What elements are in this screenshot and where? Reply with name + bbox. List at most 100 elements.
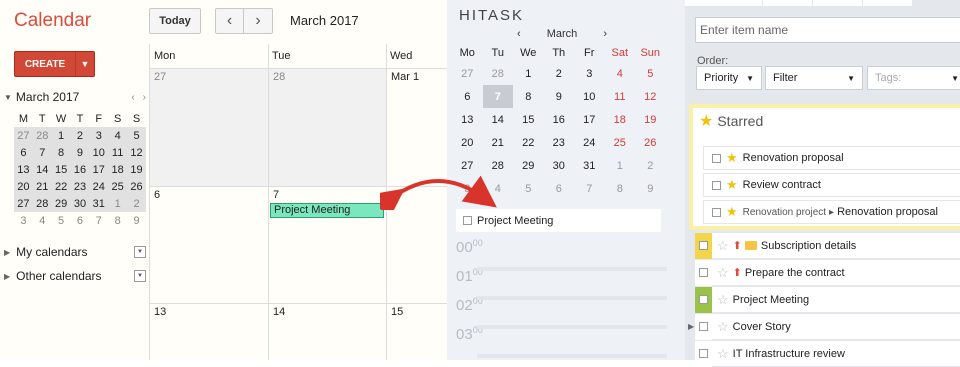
- calendar-day[interactable]: 26: [635, 131, 666, 154]
- calendar-day[interactable]: 17: [574, 108, 605, 131]
- calendar-day[interactable]: 25: [605, 131, 636, 154]
- mini-day[interactable]: 23: [70, 178, 90, 195]
- calendar-day[interactable]: 15: [513, 108, 544, 131]
- calendar-day[interactable]: 2: [544, 62, 575, 85]
- item-checkbox[interactable]: [712, 153, 721, 163]
- list-item[interactable]: ☆ ⬆ Prepare the contract: [695, 259, 960, 286]
- mini-day[interactable]: 20: [14, 178, 33, 195]
- mini-day[interactable]: 4: [33, 212, 52, 229]
- starred-header[interactable]: ★ Starred: [693, 108, 960, 134]
- mini-day[interactable]: 12: [127, 144, 146, 161]
- tags-select[interactable]: Tags: ▼: [867, 66, 960, 90]
- mini-day[interactable]: 11: [108, 144, 128, 161]
- mini-prev-icon[interactable]: ‹: [131, 92, 134, 103]
- mini-day[interactable]: 1: [108, 195, 128, 212]
- mini-day[interactable]: 10: [89, 144, 109, 161]
- item-checkbox[interactable]: [712, 207, 721, 217]
- mini-day[interactable]: 15: [51, 161, 71, 178]
- hour-slot[interactable]: [477, 296, 667, 300]
- mini-day[interactable]: 3: [89, 127, 109, 144]
- mini-day[interactable]: 29: [51, 195, 71, 212]
- hour-slot[interactable]: [477, 325, 667, 329]
- star-outline-icon[interactable]: ☆: [717, 292, 729, 308]
- mini-day[interactable]: 26: [127, 178, 146, 195]
- calendar-day[interactable]: 11: [605, 85, 636, 108]
- calendar-day[interactable]: 3: [574, 62, 605, 85]
- calendar-day[interactable]: 7: [574, 177, 605, 200]
- mini-day[interactable]: 31: [89, 195, 109, 212]
- calendar-day[interactable]: 19: [635, 108, 666, 131]
- mini-day[interactable]: 7: [32, 144, 52, 161]
- calendar-day[interactable]: 30: [544, 154, 575, 177]
- priority-select[interactable]: Priority ▼: [696, 66, 762, 90]
- calendar-day[interactable]: 2: [635, 154, 666, 177]
- calendar-day[interactable]: 9: [635, 177, 666, 200]
- mini-day[interactable]: 2: [70, 127, 90, 144]
- day-cell[interactable]: 6: [150, 187, 268, 303]
- task-checkbox[interactable]: [463, 216, 472, 225]
- calendar-day[interactable]: 10: [574, 85, 605, 108]
- hour-slot[interactable]: [477, 354, 667, 358]
- expand-icon[interactable]: ▶: [688, 322, 694, 331]
- list-item[interactable]: ☆ ⬆ Subscription details: [695, 232, 960, 259]
- today-button[interactable]: Today: [149, 8, 201, 34]
- mini-day[interactable]: 25: [108, 178, 128, 195]
- calendar-day[interactable]: 24: [574, 131, 605, 154]
- calendar-day[interactable]: 13: [452, 108, 483, 131]
- tab[interactable]: [863, 0, 913, 6]
- mini-day[interactable]: 18: [108, 161, 128, 178]
- filter-select[interactable]: Filter ▼: [765, 66, 863, 90]
- mini-day[interactable]: 27: [14, 195, 33, 212]
- calendar-day[interactable]: 7: [482, 85, 513, 108]
- calendar-day[interactable]: 22: [513, 131, 544, 154]
- day-cell[interactable]: 13: [150, 304, 268, 360]
- search-input[interactable]: Enter item name: [695, 17, 960, 43]
- calendar-day[interactable]: 1: [605, 154, 636, 177]
- mini-day[interactable]: 13: [14, 161, 33, 178]
- mini-day[interactable]: 16: [70, 161, 90, 178]
- day-cell[interactable]: 14: [269, 304, 386, 360]
- list-item[interactable]: ☆ Cover Story: [695, 313, 960, 340]
- mini-day[interactable]: 17: [89, 161, 109, 178]
- calendar-day[interactable]: 21: [483, 131, 514, 154]
- mini-day[interactable]: 4: [108, 127, 128, 144]
- mini-day[interactable]: 28: [32, 195, 52, 212]
- create-button[interactable]: CREATE ▼: [14, 51, 95, 77]
- calendar-day[interactable]: 4: [605, 62, 636, 85]
- day-cell[interactable]: Mar 1: [387, 69, 451, 186]
- other-calendars-menu-icon[interactable]: ▼: [134, 270, 146, 282]
- calendar-event[interactable]: Project Meeting: [270, 203, 384, 218]
- star-outline-icon[interactable]: ☆: [717, 346, 729, 362]
- mini-day[interactable]: 21: [32, 178, 52, 195]
- calendar-day[interactable]: 18: [605, 108, 636, 131]
- other-calendars-section[interactable]: ▶ Other calendars ▼: [4, 269, 146, 283]
- mini-day[interactable]: 9: [127, 212, 146, 229]
- tab[interactable]: [685, 0, 763, 6]
- calendar-day[interactable]: 5: [635, 62, 666, 85]
- calendar-day[interactable]: 9: [544, 85, 575, 108]
- calendar-day[interactable]: 8: [513, 85, 544, 108]
- list-item[interactable]: ☆ IT Infrastructure review: [695, 340, 960, 367]
- day-cell[interactable]: 15: [387, 304, 451, 360]
- expand-icon[interactable]: ▶: [4, 272, 10, 281]
- expand-icon[interactable]: ▶: [4, 248, 10, 257]
- hitask-day-task[interactable]: Project Meeting: [456, 209, 661, 232]
- mini-day[interactable]: 28: [32, 127, 52, 144]
- mini-day[interactable]: 3: [14, 212, 33, 229]
- day-cell[interactable]: 28: [269, 69, 386, 186]
- mini-day[interactable]: 1: [51, 127, 71, 144]
- starred-item[interactable]: ★ Review contract: [703, 173, 960, 197]
- item-checkbox[interactable]: [699, 268, 708, 277]
- mini-day[interactable]: 8: [51, 144, 71, 161]
- mini-day[interactable]: 9: [70, 144, 90, 161]
- prev-week-icon[interactable]: ‹: [215, 8, 244, 34]
- mini-day[interactable]: 5: [52, 212, 71, 229]
- collapse-icon[interactable]: ▼: [4, 93, 12, 102]
- next-week-icon[interactable]: ›: [244, 8, 273, 34]
- hitask-next-icon[interactable]: ›: [603, 28, 607, 40]
- starred-item[interactable]: ★ Renovation proposal: [703, 146, 960, 170]
- mini-day[interactable]: 5: [127, 127, 146, 144]
- calendar-day[interactable]: 20: [452, 131, 483, 154]
- star-outline-icon[interactable]: ☆: [717, 319, 729, 335]
- star-icon[interactable]: ★: [726, 150, 738, 166]
